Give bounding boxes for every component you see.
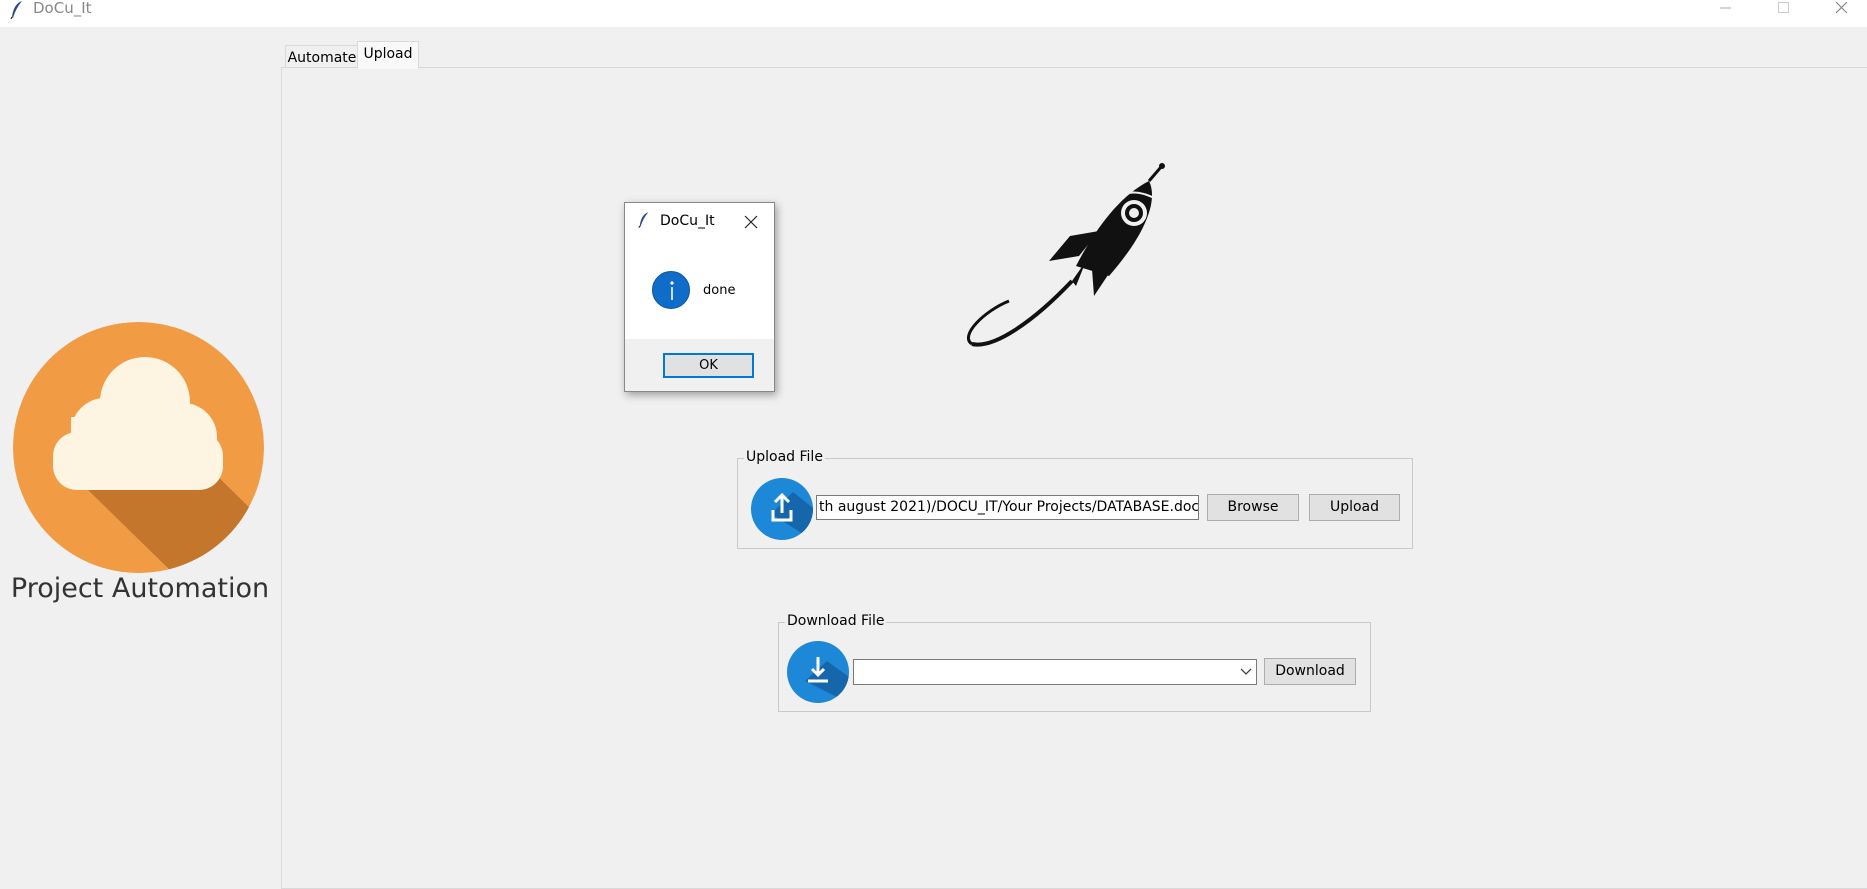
cloud-icon [13,322,264,573]
feather-icon [10,1,22,19]
upload-button[interactable]: Upload [1309,494,1400,521]
ok-button[interactable]: OK [663,353,754,378]
upload-frame-legend: Upload File [744,448,825,466]
title-bar: DoCu_It [0,0,1867,27]
minimize-icon [1720,7,1731,9]
info-icon [652,271,690,309]
info-dialog: DoCu_It done OK [624,202,775,392]
upload-path-field[interactable]: th august 2021)/DOCU_IT/Your Projects/DA… [816,495,1199,520]
window-title: DoCu_It [33,0,92,17]
minimize-button[interactable] [1703,0,1749,17]
rocket-icon [967,163,1165,347]
app-label: Project Automation [10,573,270,604]
upload-icon[interactable] [751,478,813,540]
download-button[interactable]: Download [1264,658,1356,685]
dialog-message: done [703,283,736,298]
maximize-button[interactable] [1761,0,1807,17]
maximize-icon [1778,2,1789,13]
dialog-title: DoCu_It [660,213,715,229]
browse-button[interactable]: Browse [1207,494,1299,521]
close-button[interactable] [1819,0,1865,17]
download-file-select[interactable] [853,659,1257,685]
close-icon[interactable] [744,215,758,229]
tab-automate[interactable]: Automate [285,45,359,68]
tab-upload[interactable]: Upload [357,41,419,69]
download-icon[interactable] [787,641,849,703]
close-icon [1836,2,1848,14]
project-automation-logo [13,322,264,573]
download-frame-legend: Download File [785,612,887,630]
feather-icon [638,212,649,228]
chevron-down-icon[interactable] [1240,668,1252,676]
